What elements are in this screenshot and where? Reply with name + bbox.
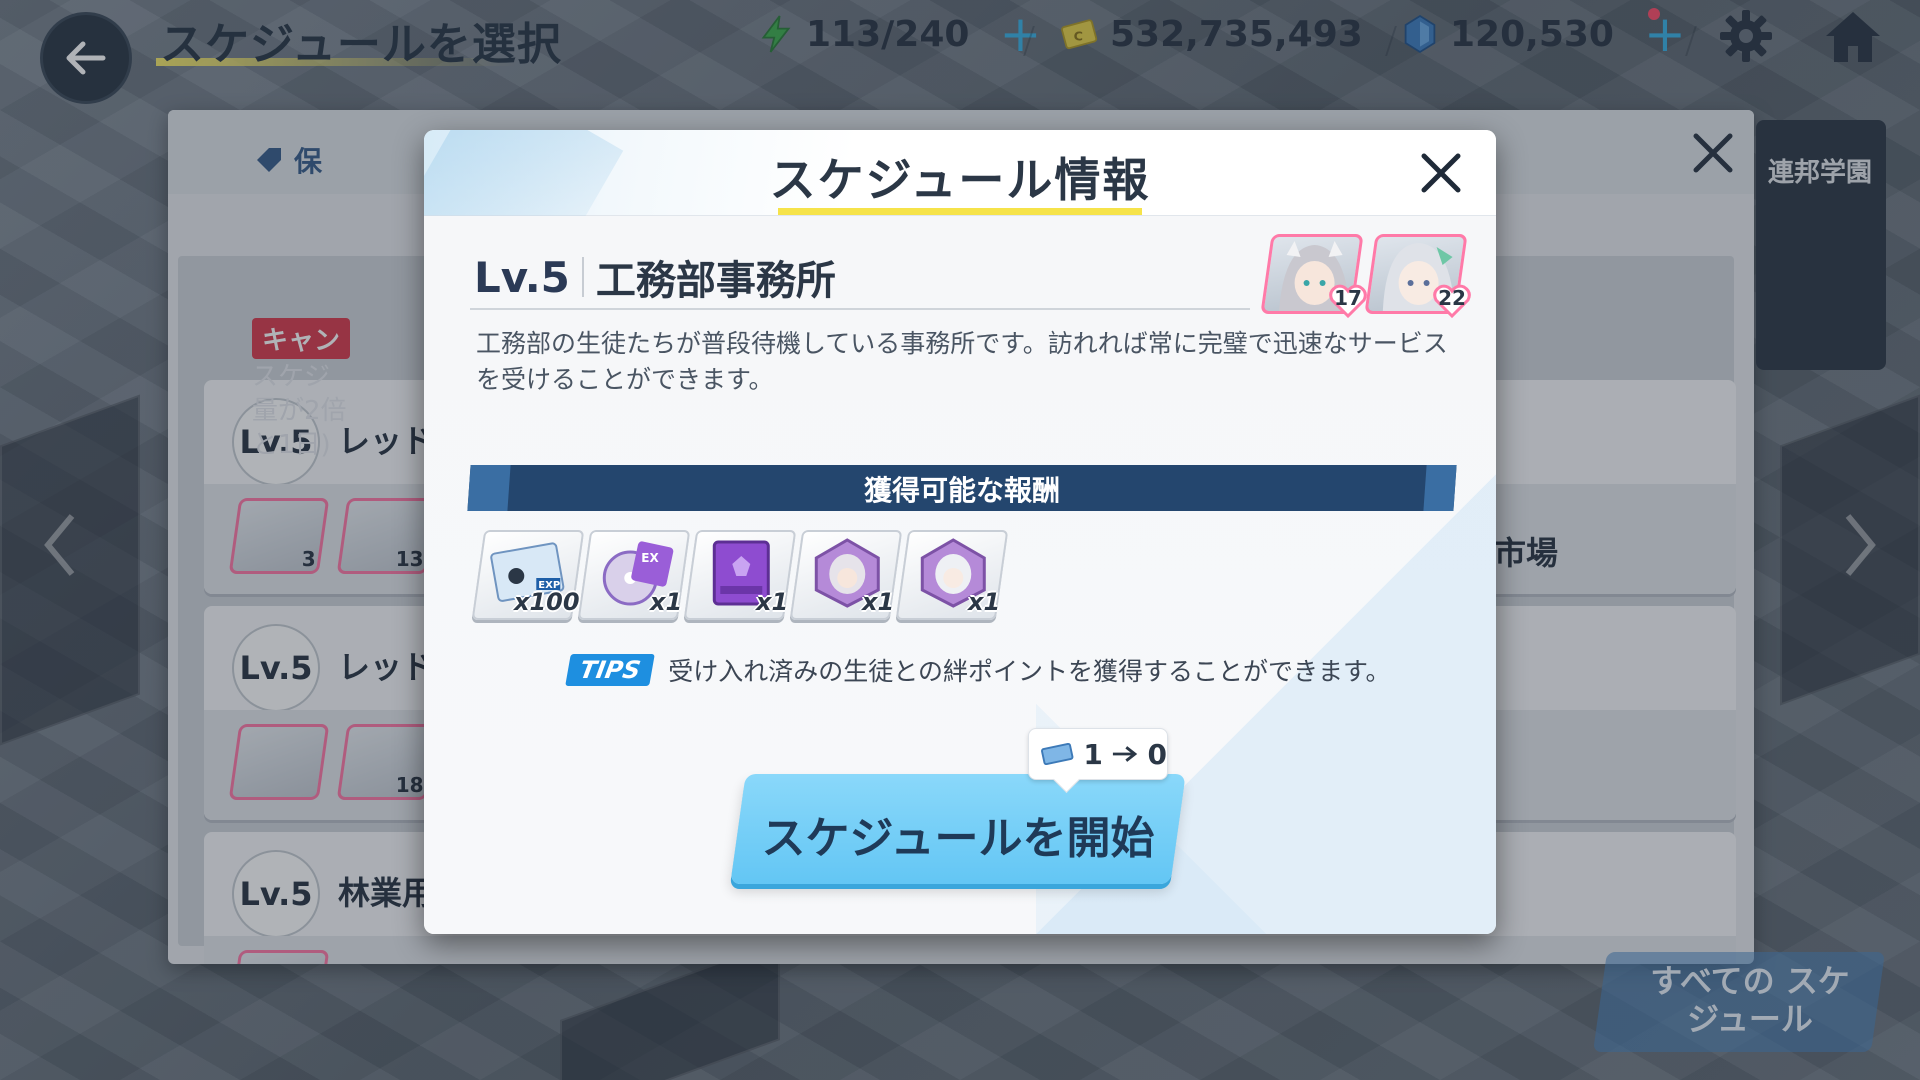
bond-level: 22 — [1438, 286, 1466, 310]
tips-text: 受け入れ済みの生徒との絆ポイントを獲得することができます。 — [668, 657, 1391, 686]
arrow-right-icon — [1112, 746, 1138, 762]
location-description: 工務部の生徒たちが普段待機している事務所です。訪れれば常に完璧で迅速なサービスを… — [476, 329, 1448, 394]
reward-quantity: x1 — [650, 588, 683, 616]
location-name: 工務部事務所 — [595, 258, 836, 304]
header-rule — [470, 308, 1250, 310]
reward-quantity: x1 — [756, 588, 789, 616]
schedule-ticket-icon — [1041, 742, 1074, 766]
location-header: Lv.5 工務部事務所 — [474, 248, 836, 306]
svg-text:EX: EX — [641, 551, 659, 565]
tips-row: TIPS 受け入れ済みの生徒との絆ポイントを獲得することができます。 — [565, 652, 1391, 688]
reward-quantity: x100 — [514, 588, 580, 616]
tips-badge: TIPS — [565, 654, 656, 686]
close-icon[interactable] — [1416, 148, 1466, 198]
modal-title: スケジュール情報 — [769, 153, 1151, 207]
ticket-cost-indicator: 1 0 — [1028, 728, 1168, 780]
location-level: Lv.5 — [474, 252, 570, 302]
ticket-from: 1 — [1083, 737, 1103, 771]
bond-level: 17 — [1334, 286, 1362, 310]
schedule-info-modal: スケジュール情報 Lv.5 工務部事務所 17 22 工務部の生徒たちが普段待機… — [424, 130, 1496, 934]
ticket-to: 0 — [1147, 737, 1167, 771]
reward-quantity: x1 — [862, 588, 895, 616]
rewards-title: 獲得可能な報酬 — [863, 474, 1060, 507]
divider — [581, 257, 584, 297]
reward-quantity: x1 — [968, 588, 1001, 616]
start-schedule-label: スケジュールを開始 — [761, 813, 1155, 864]
